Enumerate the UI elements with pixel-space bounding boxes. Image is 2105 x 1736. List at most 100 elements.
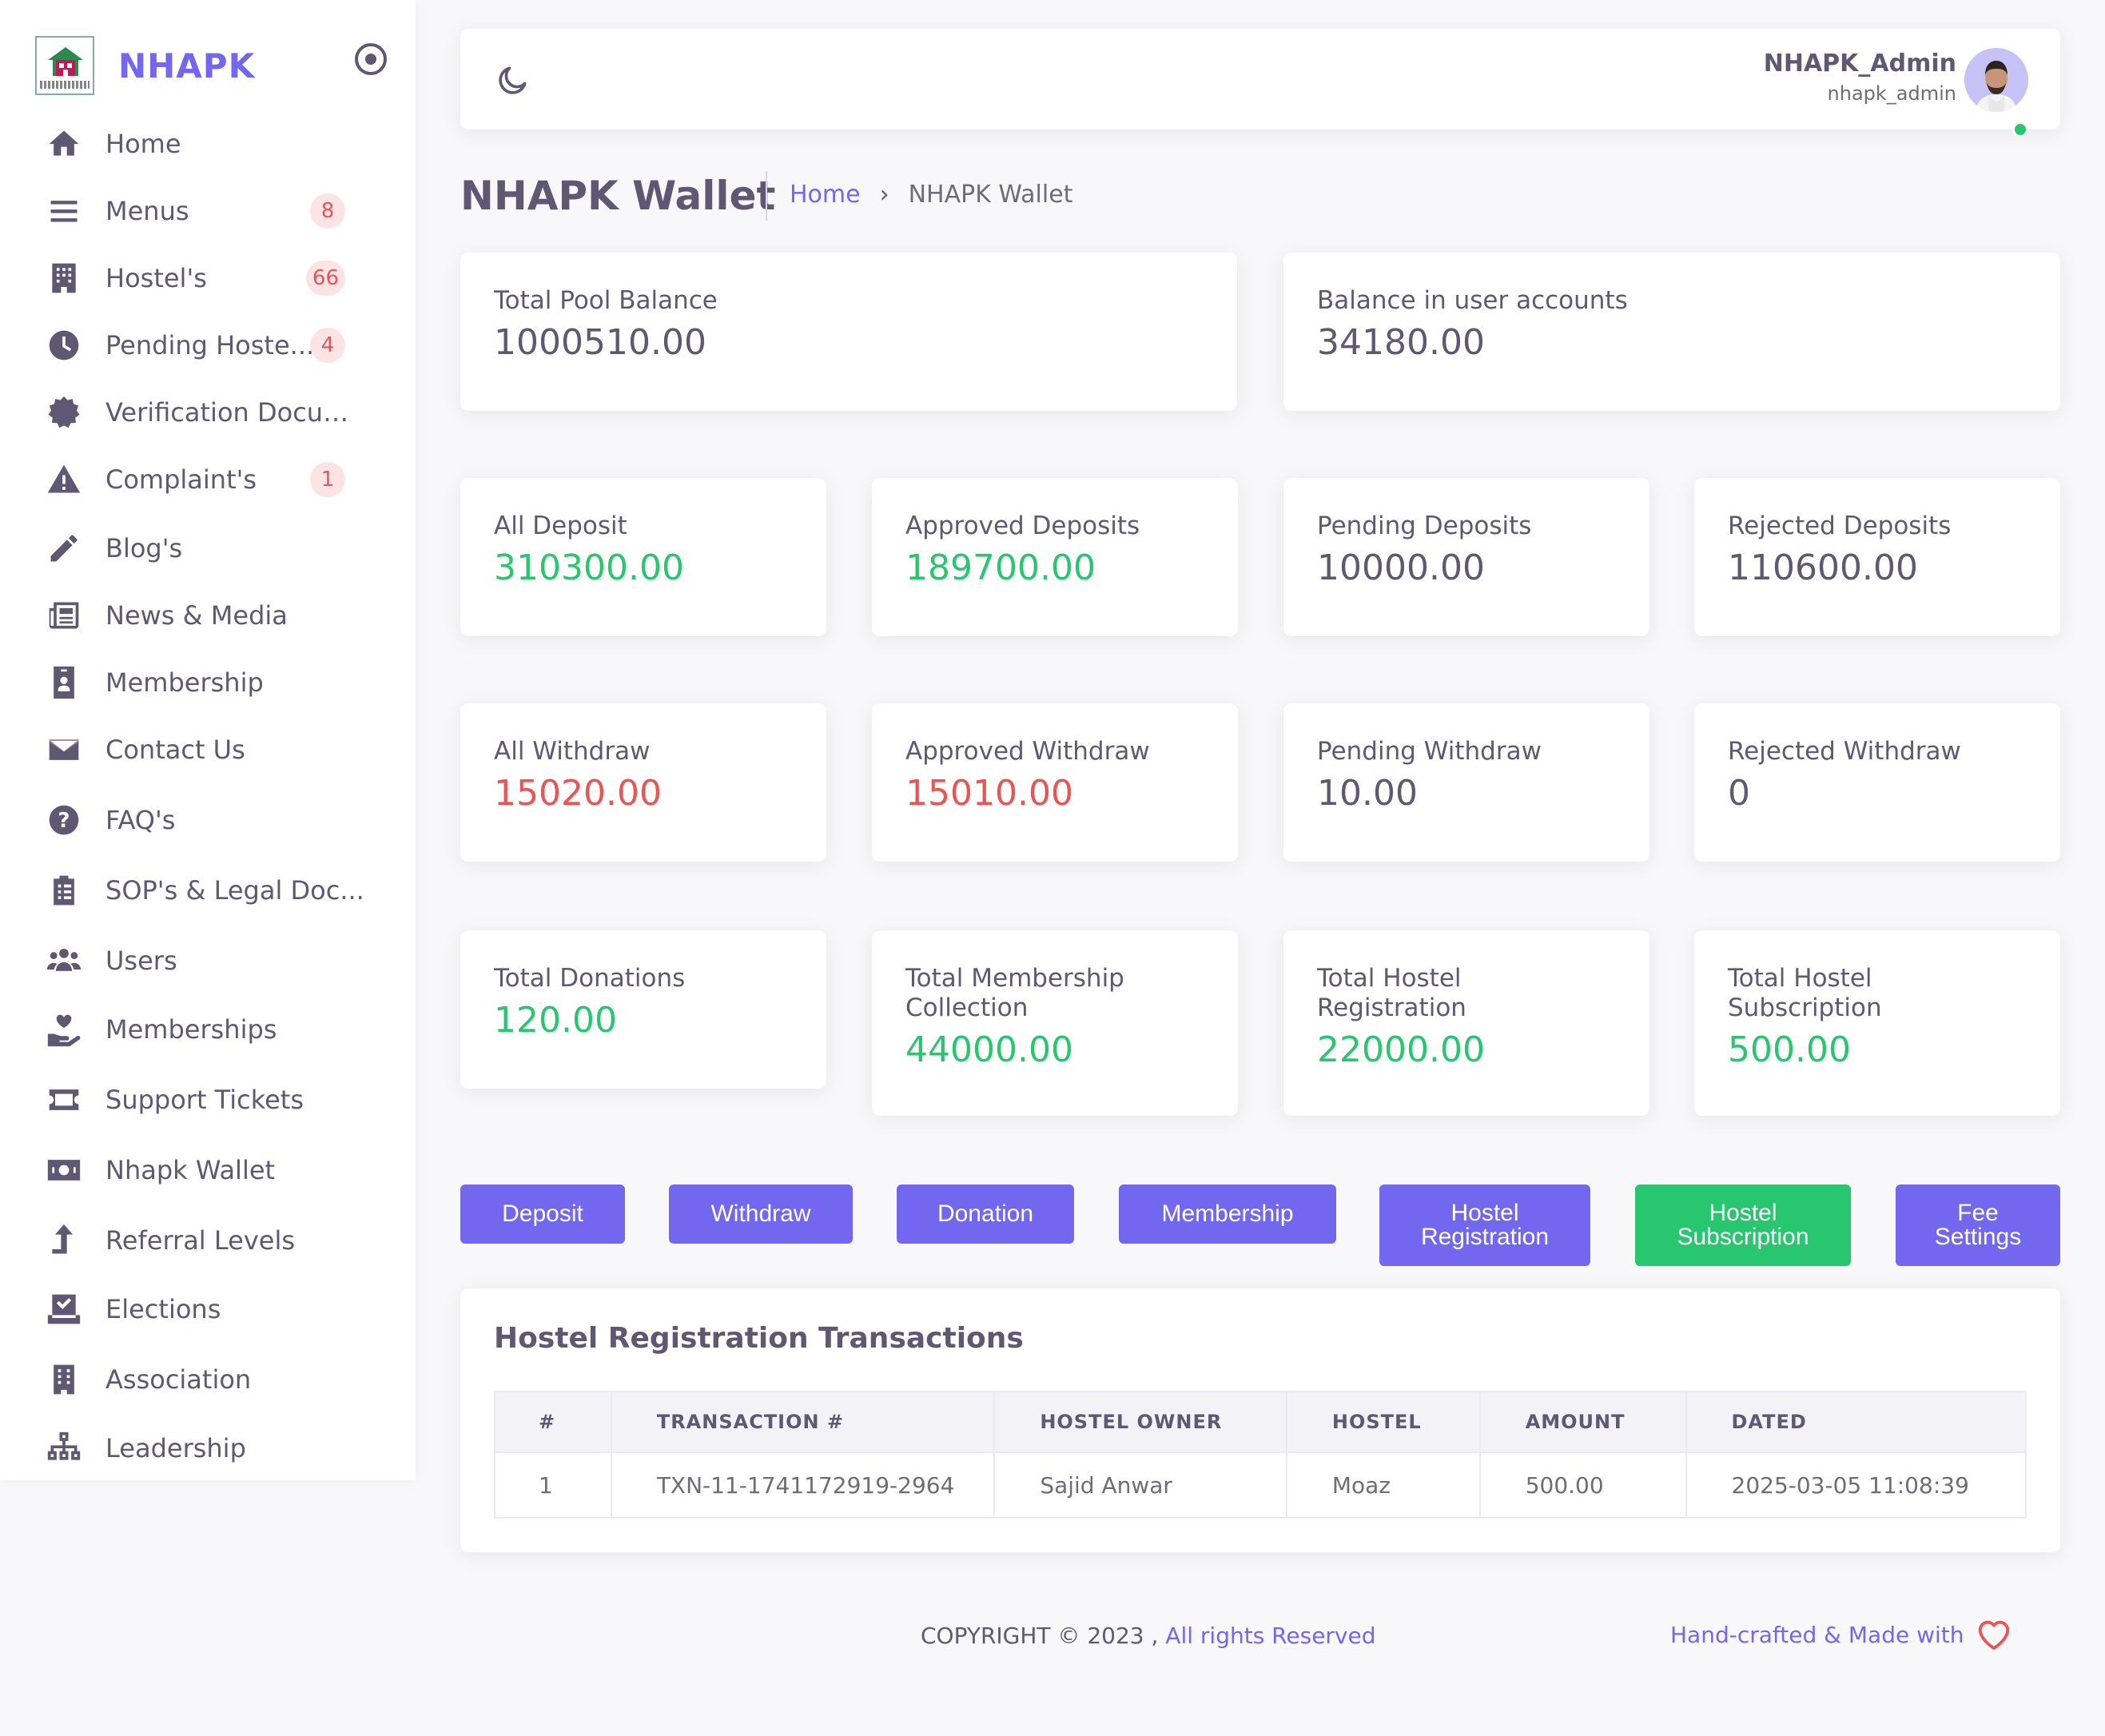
stat-value: 110600.00 bbox=[1728, 547, 1918, 589]
moon-icon[interactable] bbox=[495, 62, 531, 98]
hostel-subscription-button[interactable]: Hostel Subscription bbox=[1635, 1185, 1851, 1266]
question-circle-icon: ? bbox=[45, 801, 83, 839]
stat-value: 189700.00 bbox=[905, 547, 1096, 589]
button-label-line1: Hostel bbox=[1709, 1200, 1777, 1226]
stat-card-rejected-deposits: Rejected Deposits 110600.00 bbox=[1694, 478, 2060, 636]
breadcrumb: Home › NHAPK Wallet bbox=[790, 181, 1072, 209]
page-title: NHAPK Wallet bbox=[460, 173, 776, 219]
stat-label: Pending Deposits bbox=[1317, 512, 1532, 540]
cell-transaction: TXN-11-1741172919-2964 bbox=[610, 1451, 996, 1519]
sidebar-item-label: Association bbox=[105, 1364, 252, 1395]
chevron-right-icon: › bbox=[879, 181, 889, 209]
pencil-icon bbox=[45, 529, 83, 567]
cell-amount: 500.00 bbox=[1478, 1451, 1687, 1519]
column-header-transaction[interactable]: TRANSACTION # bbox=[610, 1391, 996, 1453]
cell-index: 1 bbox=[494, 1451, 612, 1519]
sidebar-item-label: Elections bbox=[105, 1294, 221, 1324]
stat-label: All Deposit bbox=[494, 512, 627, 540]
sidebar-item-blogs[interactable]: Blog's bbox=[45, 524, 380, 572]
stat-label: Pending Withdraw bbox=[1317, 737, 1542, 766]
cell-dated: 2025-03-05 11:08:39 bbox=[1685, 1451, 2027, 1519]
membership-button[interactable]: Membership bbox=[1119, 1185, 1336, 1244]
stat-card-rejected-withdraw: Rejected Withdraw 0 bbox=[1694, 703, 2060, 862]
stat-label: Total Hostel Subscription bbox=[1728, 964, 1882, 1023]
column-header-hostel-owner[interactable]: HOSTEL OWNER bbox=[993, 1391, 1287, 1453]
sidebar-item-complaints[interactable]: Complaint's 1 bbox=[45, 456, 380, 504]
heart-icon bbox=[1978, 1620, 2009, 1650]
count-badge: 8 bbox=[310, 193, 345, 229]
sidebar-item-verification-documents[interactable]: Verification Docum... bbox=[45, 388, 380, 436]
column-header-dated[interactable]: DATED bbox=[1685, 1391, 2027, 1453]
brand-name: NHAPK bbox=[118, 46, 256, 86]
title-divider bbox=[766, 171, 767, 221]
stat-value: 1000510.00 bbox=[494, 322, 706, 364]
button-label-line2: Registration bbox=[1420, 1224, 1550, 1250]
avatar[interactable] bbox=[1964, 48, 2028, 112]
stat-value: 44000.00 bbox=[905, 1029, 1073, 1071]
button-label: Membership bbox=[1161, 1200, 1294, 1227]
stat-card-total-hostel-registration: Total Hostel Registration 22000.00 bbox=[1283, 930, 1649, 1116]
sidebar: NHAPK Home Menus 8 Hostel's 66 Pending H… bbox=[0, 0, 416, 1480]
sidebar-item-memberships[interactable]: Memberships bbox=[45, 1005, 380, 1053]
column-header-index[interactable]: # bbox=[494, 1391, 612, 1453]
rights-link[interactable]: All rights Reserved bbox=[1158, 1623, 1375, 1649]
sidebar-item-elections[interactable]: Elections bbox=[45, 1285, 380, 1333]
button-label-line1: Fee bbox=[1957, 1200, 1999, 1226]
user-info[interactable]: NHAPK_Admin nhapk_admin bbox=[1764, 50, 1956, 105]
sidebar-item-nhapk-wallet[interactable]: Nhapk Wallet bbox=[45, 1146, 380, 1194]
deposit-button[interactable]: Deposit bbox=[460, 1185, 625, 1244]
fee-settings-button[interactable]: Fee Settings bbox=[1896, 1185, 2060, 1266]
cell-hostel: Moaz bbox=[1285, 1451, 1481, 1519]
sidebar-item-referral-levels[interactable]: Referral Levels bbox=[45, 1216, 380, 1264]
user-name: NHAPK_Admin bbox=[1763, 50, 1956, 78]
sidebar-item-label: SOP's & Legal Doc... bbox=[105, 875, 364, 906]
sidebar-item-label: Complaint's bbox=[105, 464, 257, 495]
stat-card-pending-withdraw: Pending Withdraw 10.00 bbox=[1283, 703, 1649, 862]
withdraw-button[interactable]: Withdraw bbox=[669, 1185, 853, 1244]
sidebar-item-users[interactable]: Users bbox=[45, 937, 380, 985]
sidebar-item-association[interactable]: Association bbox=[45, 1356, 380, 1404]
sidebar-item-label: Contact Us bbox=[105, 735, 245, 765]
sidebar-item-membership[interactable]: Membership bbox=[45, 659, 380, 707]
button-label: Deposit bbox=[502, 1200, 583, 1227]
stat-card-total-hostel-subscription: Total Hostel Subscription 500.00 bbox=[1694, 930, 2060, 1116]
warning-icon bbox=[45, 460, 83, 499]
stat-label: Total Hostel Registration bbox=[1317, 964, 1466, 1023]
sidebar-item-pending-hostels[interactable]: Pending Hoste... 4 bbox=[45, 321, 380, 369]
column-header-amount[interactable]: AMOUNT bbox=[1478, 1391, 1687, 1453]
sidebar-item-hostels[interactable]: Hostel's 66 bbox=[45, 254, 380, 302]
sidebar-item-home[interactable]: Home bbox=[45, 120, 380, 168]
sidebar-item-label: Menus bbox=[105, 196, 189, 226]
home-icon bbox=[45, 125, 83, 163]
sidebar-item-label: Nhapk Wallet bbox=[105, 1155, 276, 1185]
sidebar-item-news-media[interactable]: News & Media bbox=[45, 591, 380, 639]
sidebar-item-faqs[interactable]: ? FAQ's bbox=[45, 796, 380, 844]
sitemap-icon bbox=[45, 1429, 83, 1467]
stat-value: 10000.00 bbox=[1317, 547, 1485, 589]
sidebar-item-menus[interactable]: Menus 8 bbox=[45, 187, 380, 235]
sidebar-item-label: Membership bbox=[105, 667, 264, 698]
sidebar-item-contact-us[interactable]: Contact Us bbox=[45, 726, 380, 774]
donation-button[interactable]: Donation bbox=[897, 1185, 1074, 1244]
sidebar-item-support-tickets[interactable]: Support Tickets bbox=[45, 1076, 380, 1124]
clock-icon bbox=[45, 326, 83, 364]
breadcrumb-home-link[interactable]: Home bbox=[790, 181, 861, 209]
sidebar-item-label: Referral Levels bbox=[105, 1225, 295, 1256]
sidebar-item-leadership[interactable]: Leadership bbox=[45, 1424, 380, 1472]
transactions-table: # TRANSACTION # HOSTEL OWNER HOSTEL AMOU… bbox=[494, 1391, 2027, 1519]
stat-label: Total Membership Collection bbox=[905, 964, 1124, 1023]
brand[interactable]: NHAPK bbox=[35, 36, 387, 95]
building-icon bbox=[45, 259, 83, 297]
sidebar-collapse-toggle-icon[interactable] bbox=[355, 43, 387, 75]
column-header-hostel[interactable]: HOSTEL bbox=[1285, 1391, 1481, 1453]
copyright-text: COPYRIGHT © 2023 , bbox=[921, 1623, 1159, 1649]
hand-heart-icon bbox=[45, 1010, 83, 1049]
transactions-card: Hostel Registration Transactions # TRANS… bbox=[460, 1288, 2060, 1552]
sidebar-item-label: Pending Hoste... bbox=[105, 330, 315, 360]
hostel-registration-button[interactable]: Hostel Registration bbox=[1379, 1185, 1590, 1266]
stat-card-all-deposit: All Deposit 310300.00 bbox=[460, 478, 826, 636]
count-badge: 4 bbox=[310, 328, 345, 363]
stat-label: Approved Deposits bbox=[905, 512, 1140, 540]
sidebar-item-label: News & Media bbox=[105, 600, 288, 631]
sidebar-item-sops-legal-docs[interactable]: SOP's & Legal Doc... bbox=[45, 866, 380, 914]
